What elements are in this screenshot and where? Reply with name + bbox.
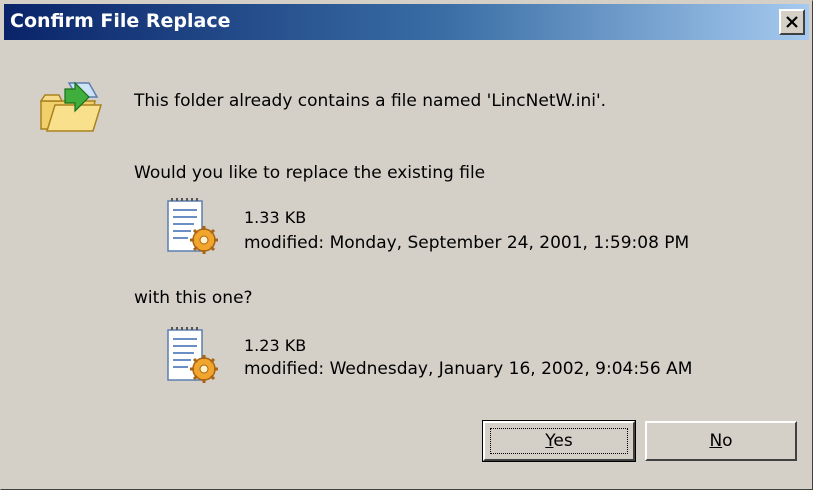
no-button[interactable]: No bbox=[645, 421, 797, 461]
ini-file-icon bbox=[167, 327, 218, 383]
existing-file-modified: modified: Monday, September 24, 2001, 1:… bbox=[244, 233, 690, 253]
close-icon bbox=[786, 16, 798, 28]
dialog-title: Confirm File Replace bbox=[10, 10, 231, 32]
no-button-label: No bbox=[709, 431, 733, 451]
title-bar[interactable]: Confirm File Replace bbox=[4, 4, 809, 40]
replace-prompt: Would you like to replace the existing f… bbox=[134, 163, 486, 183]
close-button[interactable] bbox=[779, 9, 805, 35]
yes-button[interactable]: Yes bbox=[482, 420, 636, 462]
existing-file-size: 1.33 KB bbox=[244, 208, 307, 227]
ini-file-icon bbox=[167, 198, 218, 254]
focus-indicator bbox=[490, 428, 628, 454]
already-exists-message: This folder already contains a file name… bbox=[134, 91, 607, 111]
with-prompt: with this one? bbox=[134, 288, 253, 308]
new-file-modified: modified: Wednesday, January 16, 2002, 9… bbox=[244, 359, 693, 379]
confirm-file-replace-dialog: Confirm File Replace This folder already… bbox=[0, 0, 813, 490]
folder-copy-icon bbox=[39, 81, 103, 132]
new-file-size: 1.23 KB bbox=[244, 336, 307, 355]
